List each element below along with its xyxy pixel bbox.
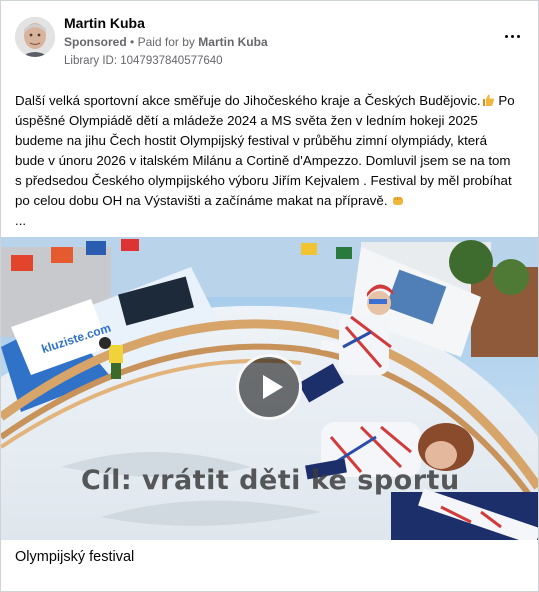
post-text-rest: Po úspěšné Olympiádě dětí a mládeže 2024… (15, 93, 515, 208)
play-button[interactable] (236, 354, 302, 420)
author-name[interactable]: Martin Kuba (64, 15, 145, 31)
see-more-ellipsis[interactable]: ... (15, 211, 520, 231)
post-text-start: Další velká sportovní akce směřuje do Ji… (15, 93, 481, 108)
paid-for-label: Paid for by (137, 35, 195, 49)
ad-post-card: Martin Kuba Sponsored • Paid for by Mart… (0, 0, 539, 592)
thumbs-up-emoji (481, 93, 495, 107)
post-header: Martin Kuba Sponsored • Paid for by Mart… (15, 15, 524, 71)
video-caption-bar[interactable]: Olympijský festival (1, 540, 538, 591)
video-overlay-text: Cíl: vrátit děti ke sportu (81, 465, 460, 496)
library-id: Library ID: 1047937840577640 (64, 55, 223, 67)
more-horizontal-icon (504, 34, 508, 38)
meta-separator: • (130, 35, 135, 49)
video-player[interactable]: kluziste.com Cíl: vrátit děti ke sportu (1, 237, 538, 540)
sponsored-label[interactable]: Sponsored (64, 35, 127, 49)
paid-by-name: Martin Kuba (198, 35, 268, 49)
fist-bump-emoji (391, 193, 405, 207)
more-options-button[interactable] (500, 29, 524, 43)
video-caption[interactable]: Olympijský festival (15, 549, 134, 565)
play-icon (263, 375, 283, 399)
sponsored-line: Sponsored • Paid for by Martin Kuba (64, 35, 268, 49)
author-avatar[interactable] (15, 17, 55, 57)
post-body: Další velká sportovní akce směřuje do Ji… (15, 91, 520, 231)
